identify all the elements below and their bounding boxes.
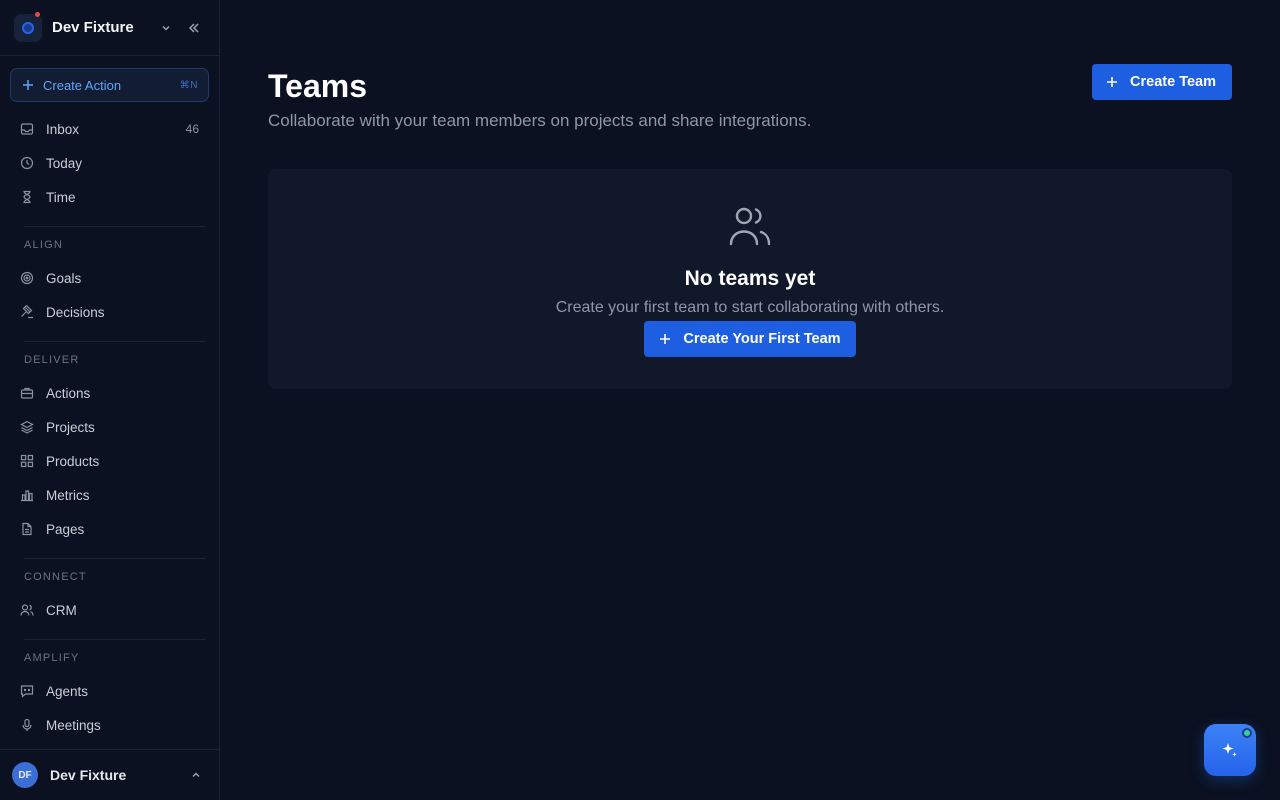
divider — [24, 558, 205, 559]
chevron-down-icon[interactable] — [155, 17, 177, 39]
user-name: Dev Fixture — [50, 767, 127, 783]
create-first-team-label: Create Your First Team — [683, 331, 841, 347]
plus-icon — [23, 80, 33, 90]
create-action-label: Create Action — [43, 77, 122, 93]
collapse-sidebar-icon[interactable] — [183, 17, 205, 39]
avatar[interactable]: DF — [12, 762, 38, 788]
document-icon — [22, 522, 32, 536]
create-team-button[interactable]: Create Team — [1092, 64, 1232, 100]
gavel-icon — [21, 305, 33, 319]
empty-state-subtitle: Create your first team to start collabor… — [555, 299, 945, 316]
workspace-name[interactable]: Dev Fixture — [52, 19, 149, 36]
divider — [24, 341, 205, 342]
nav-deliver: Actions Projects Products Metrics Pages — [0, 376, 219, 546]
sidebar-item-label: Goals — [46, 270, 82, 286]
sidebar-item-label: Projects — [46, 419, 95, 435]
target-icon — [20, 271, 34, 285]
create-action-shortcut: ⌘N — [179, 79, 198, 91]
nav-connect: CRM — [0, 593, 219, 627]
plus-icon — [1107, 77, 1118, 87]
users-icon — [20, 604, 34, 616]
workspace-logo-mark — [22, 21, 34, 34]
sidebar-item-label: Pages — [46, 521, 85, 537]
empty-state-card: No teams yet Create your first team to s… — [268, 169, 1232, 389]
sidebar-item-label: Today — [46, 155, 83, 171]
nav-amplify: Agents Meetings — [0, 674, 219, 742]
sidebar-item-metrics[interactable]: Metrics — [10, 478, 209, 512]
divider — [24, 226, 205, 227]
nav-top: Inbox 46 Today Time — [0, 112, 219, 214]
microphone-icon — [22, 718, 32, 731]
sidebar-item-agents[interactable]: Agents — [10, 674, 209, 708]
page-title: Teams — [268, 68, 368, 104]
grid-icon — [20, 454, 34, 468]
inbox-icon — [20, 123, 34, 135]
online-status-indicator — [1242, 728, 1252, 738]
users-icon — [729, 207, 771, 246]
sparkle-icon — [1222, 743, 1237, 757]
create-first-team-button[interactable]: Create Your First Team — [644, 321, 856, 357]
bar-chart-icon — [21, 490, 33, 502]
sidebar-item-crm[interactable]: CRM — [10, 593, 209, 627]
create-action-button[interactable]: Create Action ⌘N — [10, 68, 209, 102]
ai-assistant-button[interactable] — [1204, 724, 1256, 776]
sidebar-item-label: Decisions — [46, 304, 105, 320]
section-label-connect: CONNECT — [24, 571, 87, 583]
sidebar-item-projects[interactable]: Projects — [10, 410, 209, 444]
workspace-header: Dev Fixture — [0, 0, 219, 56]
sidebar-item-goals[interactable]: Goals — [10, 261, 209, 295]
sidebar-item-time[interactable]: Time — [10, 180, 209, 214]
nav-align: Goals Decisions — [0, 261, 219, 329]
chevron-up-icon[interactable] — [185, 764, 207, 786]
workspace-logo[interactable] — [14, 11, 42, 42]
sidebar-item-products[interactable]: Products — [10, 444, 209, 478]
sidebar-item-inbox[interactable]: Inbox 46 — [10, 112, 209, 146]
sidebar-item-label: Agents — [46, 683, 89, 699]
sidebar-item-label: Meetings — [46, 717, 101, 733]
sidebar-item-label: CRM — [46, 602, 77, 618]
sidebar-item-actions[interactable]: Actions — [10, 376, 209, 410]
section-label-amplify: AMPLIFY — [24, 652, 80, 664]
section-label-align: ALIGN — [24, 239, 64, 251]
section-label-deliver: DELIVER — [24, 354, 80, 366]
layers-icon — [20, 420, 34, 434]
user-menu[interactable]: DF Dev Fixture — [0, 749, 219, 800]
sidebar-item-label: Inbox — [46, 121, 80, 137]
sidebar-item-decisions[interactable]: Decisions — [10, 295, 209, 329]
chat-icon — [20, 685, 34, 698]
sidebar-item-label: Actions — [46, 385, 91, 401]
divider — [24, 639, 205, 640]
plus-icon — [660, 334, 671, 344]
sidebar-item-pages[interactable]: Pages — [10, 512, 209, 546]
sidebar-item-label: Products — [46, 453, 100, 469]
sidebar: Dev Fixture Create Action ⌘N Inbox 46 To… — [0, 0, 220, 800]
hourglass-icon — [23, 190, 31, 204]
clock-icon — [20, 156, 34, 170]
sidebar-item-label: Time — [46, 189, 76, 205]
notification-dot — [35, 11, 40, 17]
main-content: Teams Collaborate with your team members… — [220, 0, 1280, 800]
page-subtitle: Collaborate with your team members on pr… — [268, 111, 812, 130]
create-team-label: Create Team — [1130, 74, 1216, 90]
sidebar-item-meetings[interactable]: Meetings — [10, 708, 209, 742]
sidebar-item-today[interactable]: Today — [10, 146, 209, 180]
briefcase-icon — [20, 387, 34, 399]
inbox-count: 46 — [185, 122, 199, 136]
empty-state-title: No teams yet — [684, 267, 816, 290]
sidebar-item-label: Metrics — [46, 487, 90, 503]
